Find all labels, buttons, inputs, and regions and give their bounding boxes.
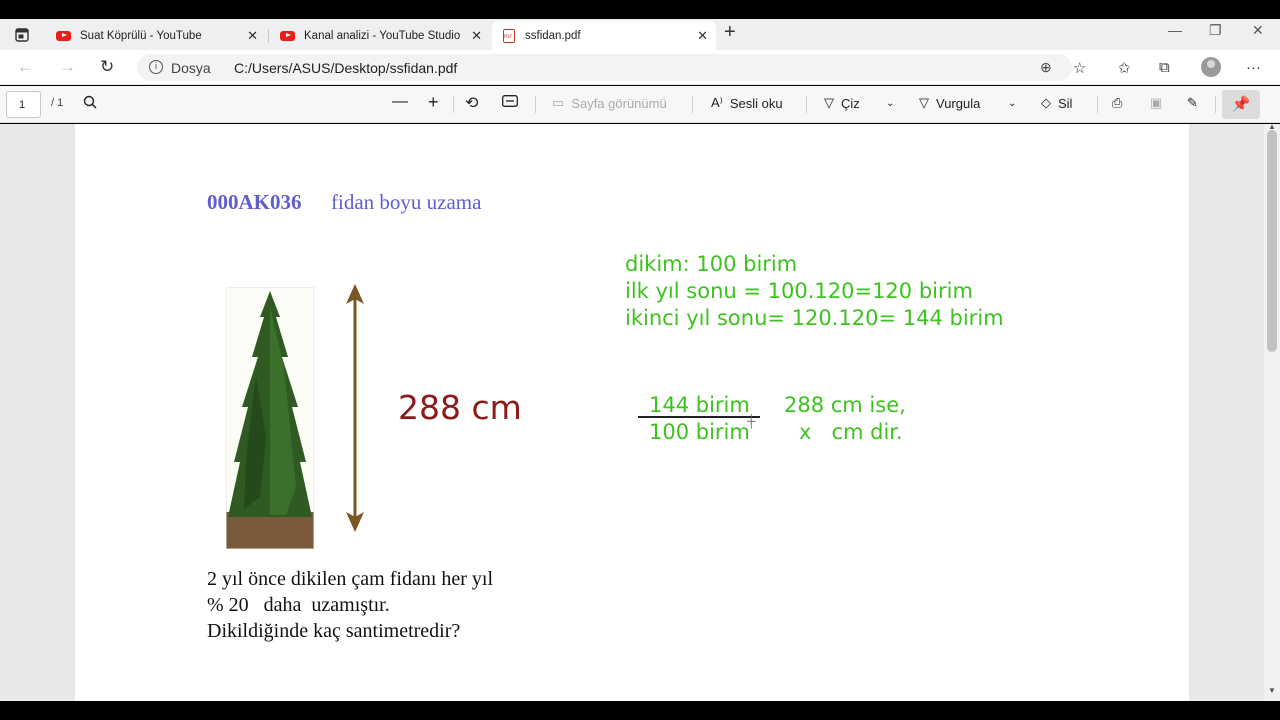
tab-divider — [268, 29, 269, 43]
zoom-out-icon[interactable]: — — [392, 93, 408, 111]
question-line: % 20 daha uzamıştır. — [207, 594, 390, 616]
top-letterbox — [0, 0, 1280, 19]
pdf-icon — [503, 28, 515, 43]
read-aloud-label: Sesli oku — [729, 95, 783, 111]
question-line: 2 yıl önce dikilen çam fidanı her yıl — [207, 568, 494, 590]
tab-label: ssfidan.pdf — [525, 29, 581, 42]
toolbar-divider — [535, 96, 536, 113]
close-window-icon[interactable]: ✕ — [1252, 22, 1264, 39]
height-arrow-icon — [346, 284, 364, 532]
scrollbar-thumb[interactable] — [1267, 130, 1277, 352]
tab-label: Kanal analizi - YouTube Studio — [304, 29, 461, 42]
cursor-icon: ┼ — [747, 414, 756, 428]
document-code: 000AK036 — [207, 190, 302, 214]
save-icon[interactable]: ▣ — [1150, 95, 1162, 111]
toolbar-divider — [692, 96, 693, 113]
favorites-icon[interactable]: ✩ — [1118, 59, 1131, 77]
close-tab-icon[interactable]: ✕ — [471, 28, 482, 44]
fraction-bar — [638, 416, 760, 418]
tree-image — [226, 287, 314, 549]
read-aloud-button[interactable]: A⁾ Sesli oku — [711, 95, 783, 111]
restore-icon[interactable]: ❐ — [1209, 22, 1222, 39]
proportion-right-top: 288 cm ise, — [784, 393, 906, 417]
tab-strip: Suat Köprülü - YouTube ✕ Kanal analizi -… — [0, 19, 1280, 50]
draw-button[interactable]: ▽ Çiz — [824, 95, 860, 111]
omnibox[interactable]: i Dosya C:/Users/ASUS/Desktop/ssfidan.pd… — [137, 54, 1072, 81]
page-view-button[interactable]: ▭ Sayfa görünümü — [552, 95, 667, 111]
tab-youtube-channel[interactable]: Suat Köprülü - YouTube ✕ — [46, 21, 266, 50]
toolbar-divider — [1215, 96, 1216, 113]
add-favorite-icon[interactable]: ☆ — [1073, 59, 1086, 77]
zoom-in-icon[interactable]: + — [428, 92, 439, 113]
info-icon[interactable]: i — [149, 60, 163, 74]
handwritten-note: ikinci yıl sonu= 120.120= 144 birim — [625, 306, 1004, 330]
scroll-down-icon[interactable]: ▼ — [1268, 686, 1276, 695]
tab-youtube-studio[interactable]: Kanal analizi - YouTube Studio ✕ — [270, 21, 490, 50]
refresh-icon[interactable]: ↻ — [100, 57, 114, 77]
back-icon[interactable]: ← — [17, 57, 34, 77]
fit-width-icon[interactable] — [502, 95, 518, 107]
page-view-icon: ▭ — [552, 95, 565, 110]
read-aloud-icon: A⁾ — [711, 95, 723, 110]
youtube-icon — [56, 30, 71, 41]
close-tab-icon[interactable]: ✕ — [247, 28, 258, 44]
handwritten-note: dikim: 100 birim — [625, 252, 798, 276]
pdf-viewer: 000AK036 fidan boyu uzama 288 cm 2 yıl ö… — [0, 124, 1264, 701]
proportion-right-bottom: x cm dir. — [799, 420, 903, 444]
toolbar-divider — [453, 96, 454, 113]
page-view-label: Sayfa görünümü — [571, 95, 667, 111]
question-text: 2 yıl önce dikilen çam fidanı her yıl % … — [207, 566, 493, 644]
pin-toolbar-icon[interactable]: 📌 — [1222, 90, 1260, 119]
handwritten-note: ilk yıl sonu = 100.120=120 birim — [625, 279, 973, 303]
highlight-label: Vurgula — [936, 95, 981, 111]
new-tab-icon[interactable]: + — [724, 21, 736, 43]
highlight-icon: ▽ — [919, 95, 929, 110]
draw-label: Çiz — [841, 95, 860, 111]
address-bar: ← → ↻ i Dosya C:/Users/ASUS/Desktop/ssfi… — [0, 50, 1280, 85]
pdf-page: 000AK036 fidan boyu uzama 288 cm 2 yıl ö… — [75, 124, 1189, 701]
fraction-denominator: 100 birim — [649, 420, 750, 444]
page-number-input[interactable]: 1 — [6, 91, 41, 118]
minimize-icon[interactable]: — — [1168, 22, 1182, 38]
erase-label: Sil — [1058, 95, 1073, 111]
security-label: Dosya — [171, 60, 211, 76]
bottom-letterbox — [0, 701, 1280, 720]
page-total: / 1 — [51, 97, 64, 109]
more-menu-icon[interactable]: ··· — [1246, 59, 1261, 76]
toolbar-divider — [1097, 96, 1098, 113]
zoom-icon[interactable]: ⊕ — [1040, 59, 1052, 76]
highlight-button[interactable]: ▽ Vurgula — [919, 95, 980, 111]
pdf-toolbar: 1 / 1 — + ⟲ ▭ Sayfa görünümü A⁾ Sesli ok… — [0, 86, 1280, 123]
tab-label: Suat Köprülü - YouTube — [80, 29, 202, 42]
tab-actions-icon[interactable] — [8, 25, 36, 45]
eraser-icon: ◇ — [1041, 95, 1051, 110]
print-icon[interactable]: ⎙ — [1112, 95, 1122, 111]
collections-icon[interactable]: ⧉ — [1159, 59, 1170, 76]
save-as-icon[interactable]: ✎ — [1187, 95, 1198, 111]
search-icon[interactable] — [83, 95, 97, 109]
forward-icon[interactable]: → — [59, 57, 76, 77]
highlight-options-chevron-icon[interactable]: ⌄ — [1008, 98, 1016, 109]
draw-options-chevron-icon[interactable]: ⌄ — [886, 98, 894, 109]
document-title: fidan boyu uzama — [331, 190, 482, 214]
fraction-numerator: 144 birim — [649, 393, 750, 417]
profile-avatar[interactable] — [1201, 57, 1221, 77]
question-line: Dikildiğinde kaç santimetredir? — [207, 620, 461, 642]
vertical-scrollbar[interactable]: ▲ ▼ — [1264, 122, 1280, 701]
youtube-icon — [280, 30, 295, 41]
rotate-icon[interactable]: ⟲ — [465, 93, 478, 113]
url-text[interactable]: C:/Users/ASUS/Desktop/ssfidan.pdf — [234, 60, 457, 76]
draw-icon: ▽ — [824, 95, 834, 110]
close-tab-icon[interactable]: ✕ — [697, 28, 708, 44]
tab-pdf[interactable]: ssfidan.pdf ✕ — [492, 21, 716, 50]
height-label: 288 cm — [398, 388, 522, 427]
erase-button[interactable]: ◇ Sil — [1041, 95, 1072, 111]
toolbar-divider — [806, 96, 807, 113]
